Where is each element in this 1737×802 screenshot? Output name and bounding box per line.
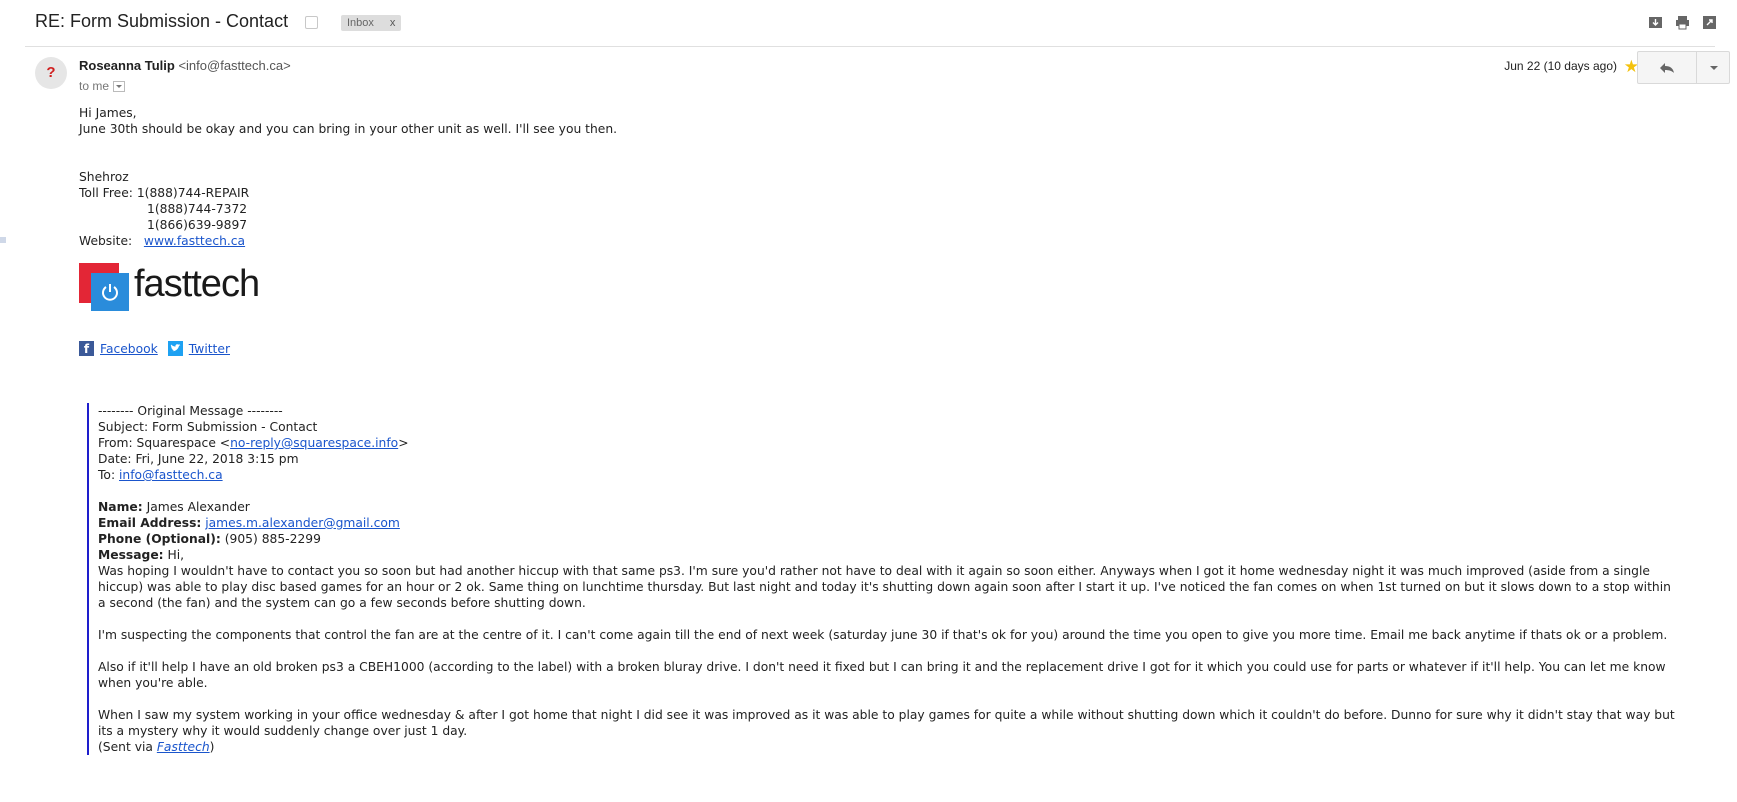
facebook-icon[interactable]: f xyxy=(79,341,94,356)
email-label: Email Address: xyxy=(98,516,202,530)
from-prefix: From: Squarespace < xyxy=(98,436,231,450)
body-line: June 30th should be okay and you can bri… xyxy=(79,122,618,136)
original-to: To: info@fasttech.ca xyxy=(98,467,1678,483)
website-row: Website: www.fasttech.ca xyxy=(79,233,249,249)
remove-label-button[interactable]: x xyxy=(390,17,396,29)
quoted-original-message: -------- Original Message -------- Subje… xyxy=(87,403,1678,755)
more-options-icon[interactable] xyxy=(1697,52,1729,83)
email-header-bar: RE: Form Submission - Contact Inbox x xyxy=(0,0,1737,46)
new-window-icon[interactable] xyxy=(1702,15,1717,30)
original-subject: Subject: Form Submission - Contact xyxy=(98,420,318,434)
signature: Shehroz Toll Free: 1(888)744-REPAIR 1(88… xyxy=(79,169,249,249)
sent-via-link[interactable]: Fasttech xyxy=(157,740,210,754)
phone-number-2: 1(888)744-7372 xyxy=(147,202,248,216)
twitter-link[interactable]: Twitter xyxy=(189,342,230,356)
sender-name[interactable]: Roseanna Tulip xyxy=(79,58,175,73)
print-icon[interactable] xyxy=(1675,15,1690,30)
reply-button[interactable] xyxy=(1638,52,1697,83)
website-link[interactable]: www.fasttech.ca xyxy=(144,234,245,248)
social-links: f Facebook Twitter xyxy=(79,341,230,356)
phone-row-2: 1(888)744-7372 xyxy=(79,201,249,217)
reply-button-group xyxy=(1637,51,1730,84)
signature-name: Shehroz xyxy=(79,170,129,184)
fasttech-logo: fasttech xyxy=(79,263,289,317)
importance-marker[interactable] xyxy=(305,16,318,29)
header-divider xyxy=(25,46,1715,47)
left-edge-marker xyxy=(0,237,6,243)
message-date: Jun 22 (10 days ago) xyxy=(1504,59,1617,73)
message-paragraph-1: Was hoping I wouldn't have to contact yo… xyxy=(98,564,1671,610)
phone-label: Phone (Optional): xyxy=(98,532,221,546)
reply-icon xyxy=(1660,62,1674,73)
website-label: Website: xyxy=(79,234,144,248)
message-label: Message: xyxy=(98,548,164,562)
sent-suffix: ) xyxy=(209,740,215,754)
from-suffix: > xyxy=(398,436,409,450)
toll-free-label: Toll Free: xyxy=(79,186,137,200)
name-value: James Alexander xyxy=(142,500,250,514)
sent-via-line: (Sent via Fasttech) xyxy=(98,739,1678,755)
original-from: From: Squarespace <no-reply@squarespace.… xyxy=(98,435,1678,451)
field-email: Email Address: james.m.alexander@gmail.c… xyxy=(98,515,1678,531)
phone-value: (905) 885-2299 xyxy=(220,532,321,546)
phone-number-3: 1(866)639-9897 xyxy=(147,218,248,232)
to-me-text: to me xyxy=(79,79,110,93)
sent-prefix: (Sent via xyxy=(98,740,157,754)
message-body: Hi James, June 30th should be okay and y… xyxy=(79,105,617,137)
original-date: Date: Fri, June 22, 2018 3:15 pm xyxy=(98,452,299,466)
inbox-label-text: Inbox xyxy=(347,17,374,29)
message-value: Hi, xyxy=(163,548,185,562)
sender-line: Roseanna Tulip <info@fasttech.ca> xyxy=(79,58,291,73)
sender-avatar[interactable]: ? xyxy=(35,57,67,89)
archive-icon[interactable] xyxy=(1648,15,1663,30)
original-message-header: -------- Original Message -------- xyxy=(98,404,283,418)
to-prefix: To: xyxy=(98,468,119,482)
sender-email: <info@fasttech.ca> xyxy=(178,58,291,73)
field-message: Message: Hi, xyxy=(98,547,1678,563)
email-subject: RE: Form Submission - Contact xyxy=(35,11,289,31)
message-paragraph-3: Also if it'll help I have an old broken … xyxy=(98,660,1666,690)
message-paragraph-2: I'm suspecting the components that contr… xyxy=(98,628,1668,642)
facebook-link[interactable]: Facebook xyxy=(100,342,158,356)
name-label: Name: xyxy=(98,500,143,514)
recipient-line: to me xyxy=(79,79,126,93)
customer-email-link[interactable]: james.m.alexander@gmail.com xyxy=(205,516,400,530)
phone-row-3: 1(866)639-9897 xyxy=(79,217,249,233)
message-paragraph-4: When I saw my system working in your off… xyxy=(98,708,1675,738)
show-details-dropdown-icon[interactable] xyxy=(113,81,126,93)
field-name: Name: James Alexander xyxy=(98,499,1678,515)
from-email-link[interactable]: no-reply@squarespace.info xyxy=(230,436,398,450)
phone-repair: 1(888)744-REPAIR xyxy=(136,186,250,200)
inbox-label-chip: Inbox x xyxy=(341,15,402,31)
greeting: Hi James, xyxy=(79,106,137,120)
power-icon xyxy=(91,273,129,311)
header-actions xyxy=(1648,15,1717,30)
toll-free-row: Toll Free: 1(888)744-REPAIR xyxy=(79,185,249,201)
logo-wordmark: fasttech xyxy=(134,263,260,305)
field-phone: Phone (Optional): (905) 885-2299 xyxy=(98,531,1678,547)
twitter-icon[interactable] xyxy=(167,341,183,356)
to-email-link[interactable]: info@fasttech.ca xyxy=(119,468,223,482)
